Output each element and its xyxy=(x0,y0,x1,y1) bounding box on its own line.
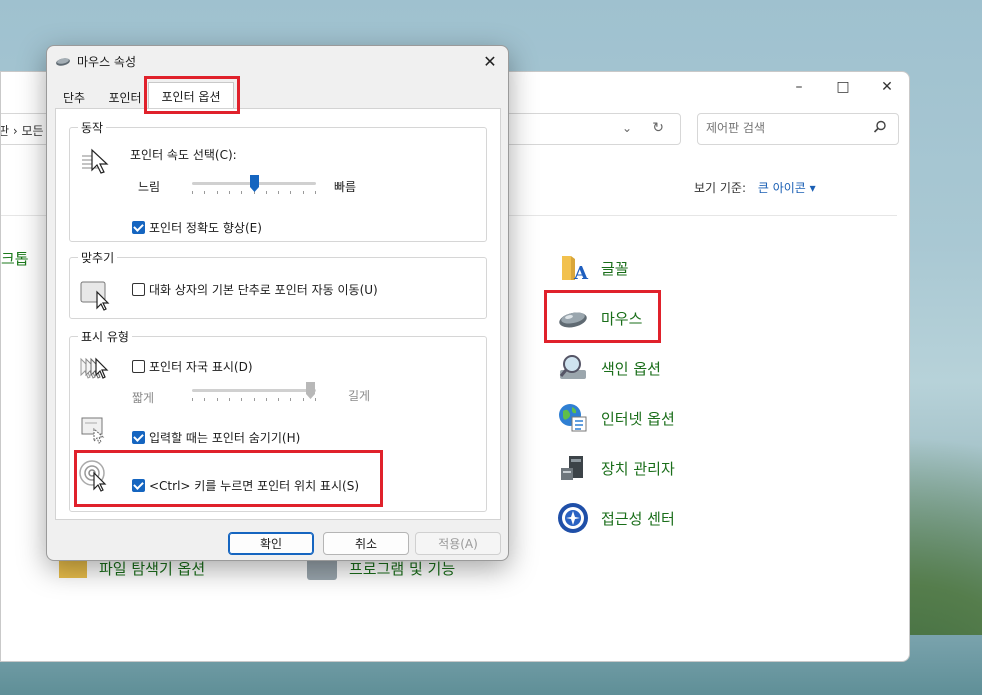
cp-item-ease-of-access[interactable]: 접근성 센터 xyxy=(557,502,675,534)
precision-checkbox[interactable]: 포인터 정확도 향상(E) xyxy=(132,219,262,236)
svg-text:A: A xyxy=(573,263,589,284)
slider-tick xyxy=(204,191,205,194)
cp-item-label: 접근성 센터 xyxy=(601,509,675,528)
slider-tick xyxy=(303,398,304,401)
pointer-speed-slider[interactable] xyxy=(192,174,316,198)
cp-item-device-manager[interactable]: 장치 관리자 xyxy=(557,452,675,484)
cancel-button[interactable]: 취소 xyxy=(323,532,409,555)
slider-tick xyxy=(229,398,230,401)
tab-pointers[interactable]: 포인터 xyxy=(103,86,147,108)
slider-tick xyxy=(315,191,316,194)
group-title: 동작 xyxy=(78,119,107,136)
device-manager-icon xyxy=(561,456,583,480)
ok-button[interactable]: 확인 xyxy=(228,532,314,555)
highlight-show-location-option xyxy=(74,450,383,507)
cp-item-fonts[interactable]: A 글꼴 xyxy=(557,252,629,284)
checkbox-box[interactable] xyxy=(132,221,145,234)
group-title: 맞추기 xyxy=(78,249,118,266)
group-snap-to: 맞추기 대화 상자의 기본 단추로 포인터 자동 이동(U) xyxy=(69,249,487,319)
cp-item-indexing[interactable]: 색인 옵션 xyxy=(557,352,661,384)
breadcrumb[interactable]: 판 › 모든 xyxy=(1,122,44,139)
slider-thumb[interactable] xyxy=(249,174,260,193)
slider-tick xyxy=(290,398,291,401)
search-box[interactable] xyxy=(697,113,899,145)
group-motion: 동작 포인터 속도 선택(C): 느림 빠름 포인터 정확도 향상(E) xyxy=(69,119,487,242)
slider-tick xyxy=(290,191,291,194)
pointer-trails-label: 포인터 자국 표시(D) xyxy=(149,360,253,374)
slider-tick xyxy=(192,398,193,401)
indexing-icon xyxy=(559,355,586,379)
checkbox-box[interactable] xyxy=(132,360,145,373)
slider-tick xyxy=(192,191,193,194)
slider-thumb[interactable] xyxy=(305,381,316,400)
cp-item-file-explorer-options[interactable]: 파일 탐색기 옵션 xyxy=(99,558,205,579)
slow-label: 느림 xyxy=(138,180,161,194)
slider-tick xyxy=(241,191,242,194)
slider-tick xyxy=(217,398,218,401)
slider-tick xyxy=(278,398,279,401)
view-by: 보기 기준: 큰 아이콘 ▾ xyxy=(694,179,816,196)
slider-tick xyxy=(217,191,218,194)
refresh-icon[interactable]: ↻ xyxy=(652,120,664,136)
speed-label: 포인터 속도 선택(C): xyxy=(130,148,237,162)
checkbox-box[interactable] xyxy=(132,283,145,296)
close-button[interactable]: ✕ xyxy=(865,72,909,102)
internet-options-icon xyxy=(559,404,587,432)
slider-tick xyxy=(241,398,242,401)
group-title: 표시 유형 xyxy=(78,328,132,345)
slider-tick xyxy=(254,398,255,401)
slider-tick xyxy=(303,191,304,194)
cp-item-programs-features[interactable]: 프로그램 및 기능 xyxy=(349,558,455,579)
checkbox-box[interactable] xyxy=(132,431,145,444)
fast-label: 빠름 xyxy=(334,180,357,194)
mouse-icon xyxy=(56,58,70,66)
pointer-speed-icon xyxy=(82,148,109,174)
slider-tick xyxy=(266,191,267,194)
highlight-pointer-options-tab xyxy=(144,76,240,114)
hide-while-typing-label: 입력할 때는 포인터 숨기기(H) xyxy=(149,431,301,445)
folder-icon xyxy=(59,558,87,578)
precision-label: 포인터 정확도 향상(E) xyxy=(149,221,262,235)
ease-of-access-icon xyxy=(558,503,588,533)
pointer-trails-checkbox[interactable]: 포인터 자국 표시(D) xyxy=(132,358,253,375)
dialog-titlebar[interactable]: 마우스 속성 ✕ xyxy=(47,46,508,76)
highlight-mouse-item xyxy=(544,290,661,343)
pointer-trails-icon xyxy=(80,357,109,379)
slider-tick xyxy=(278,191,279,194)
long-label: 길게 xyxy=(348,389,371,403)
search-input[interactable] xyxy=(706,121,866,135)
cp-item-label: 인터넷 옵션 xyxy=(601,409,675,428)
view-by-dropdown[interactable]: 큰 아이콘 ▾ xyxy=(758,181,816,195)
cp-item-label: 색인 옵션 xyxy=(601,359,661,378)
chevron-down-icon[interactable]: ⌄ xyxy=(622,121,632,135)
tab-buttons[interactable]: 단추 xyxy=(55,86,93,108)
minimize-button[interactable]: – xyxy=(777,72,821,102)
short-label: 짧게 xyxy=(132,391,155,405)
cp-item-label: 장치 관리자 xyxy=(601,459,675,478)
snap-to-checkbox[interactable]: 대화 상자의 기본 단추로 포인터 자동 이동(U) xyxy=(132,281,378,298)
search-icon[interactable] xyxy=(872,119,888,135)
slider-track xyxy=(192,389,316,392)
snap-to-icon xyxy=(80,281,110,311)
font-icon: A xyxy=(562,256,589,284)
close-icon[interactable]: ✕ xyxy=(478,50,502,72)
view-by-label: 보기 기준: xyxy=(694,181,747,195)
slider-ticks xyxy=(192,398,316,402)
slider-tick xyxy=(229,191,230,194)
snap-to-label: 대화 상자의 기본 단추로 포인터 자동 이동(U) xyxy=(149,283,378,297)
hide-pointer-icon xyxy=(81,417,105,444)
cp-item-internet-options[interactable]: 인터넷 옵션 xyxy=(557,402,675,434)
pointer-trails-slider[interactable] xyxy=(192,381,316,405)
slider-tick xyxy=(204,398,205,401)
cp-item-label: 글꼴 xyxy=(601,259,629,278)
hide-while-typing-checkbox[interactable]: 입력할 때는 포인터 숨기기(H) xyxy=(132,429,300,446)
dialog-title: 마우스 속성 xyxy=(77,55,137,69)
apply-button[interactable]: 적용(A) xyxy=(415,532,501,555)
slider-tick xyxy=(266,398,267,401)
cp-item-partial[interactable]: 크톱 xyxy=(1,248,29,269)
maximize-button[interactable]: □ xyxy=(821,72,865,102)
